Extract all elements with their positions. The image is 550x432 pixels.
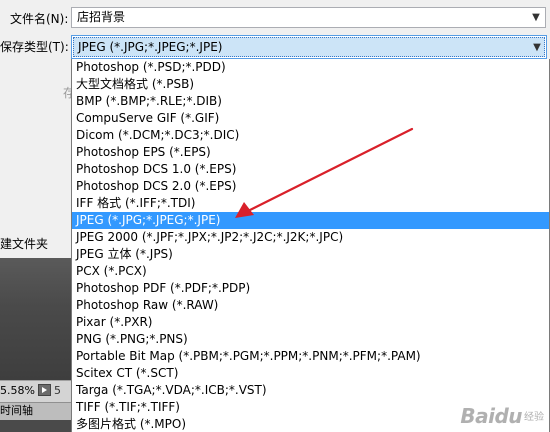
list-item[interactable]: Targa (*.TGA;*.VDA;*.ICB;*.VST) [72,382,549,399]
file-type-list[interactable]: Photoshop (*.PSD;*.PDD) 大型文档格式 (*.PSB) BMP… [71,59,550,432]
bottom-strip [0,420,72,432]
filename-input[interactable]: 店招背景 ▼ [71,7,546,28]
list-item[interactable]: Pixar (*.PXR) [72,314,549,331]
play-icon[interactable] [38,384,51,396]
list-item[interactable]: PCX (*.PCX) [72,263,549,280]
list-item[interactable]: Photoshop EPS (*.EPS) [72,144,549,161]
filetype-select[interactable]: JPEG (*.JPG;*.JPEG;*.JPE) ▼ [71,35,547,59]
list-item[interactable]: Photoshop Raw (*.RAW) [72,297,549,314]
chevron-down-icon[interactable]: ▼ [528,36,546,58]
filetype-label: 保存类型(T): [0,40,69,54]
list-item[interactable]: Scitex CT (*.SCT) [72,365,549,382]
list-item-selected[interactable]: JPEG (*.JPG;*.JPEG;*.JPE) [72,212,549,229]
list-item[interactable]: Dicom (*.DCM;*.DC3;*.DIC) [72,127,549,144]
list-item[interactable]: PNG (*.PNG;*.PNS) [72,331,549,348]
canvas-panel [0,258,72,380]
filename-value[interactable]: 店招背景 [77,10,125,24]
list-item[interactable]: BMP (*.BMP;*.RLE;*.DIB) [72,93,549,110]
filename-label: 文件名(N): [10,12,69,26]
filetype-select-value[interactable]: JPEG (*.JPG;*.JPEG;*.JPE) [73,37,545,57]
list-item[interactable]: Photoshop DCS 2.0 (*.EPS) [72,178,549,195]
tab-timeline-label: 时间轴 [0,404,33,417]
chevron-down-icon[interactable]: ▼ [527,8,545,27]
list-item[interactable]: Photoshop DCS 1.0 (*.EPS) [72,161,549,178]
list-item[interactable]: CompuServe GIF (*.GIF) [72,110,549,127]
list-item[interactable]: 多图片格式 (*.MPO) [72,416,549,432]
list-item[interactable]: Portable Bit Map (*.PBM;*.PGM;*.PPM;*.PN… [72,348,549,365]
list-item[interactable]: JPEG 立体 (*.JPS) [72,246,549,263]
list-item[interactable]: JPEG 2000 (*.JPF;*.JPX;*.JP2;*.J2C;*.J2K… [72,229,549,246]
list-item[interactable]: IFF 格式 (*.IFF;*.TDI) [72,195,549,212]
new-folder-label[interactable]: 建文件夹 [0,234,48,254]
tab-timeline[interactable]: 时间轴 [0,402,72,420]
list-item[interactable]: Photoshop (*.PSD;*.PDD) [72,59,549,76]
list-item[interactable]: 大型文档格式 (*.PSB) [72,76,549,93]
list-item[interactable]: TIFF (*.TIF;*.TIFF) [72,399,549,416]
list-item[interactable]: Photoshop PDF (*.PDF;*.PDP) [72,280,549,297]
status-trailing-text: 5 [54,384,61,397]
zoom-value[interactable]: 5.58% [0,384,35,398]
